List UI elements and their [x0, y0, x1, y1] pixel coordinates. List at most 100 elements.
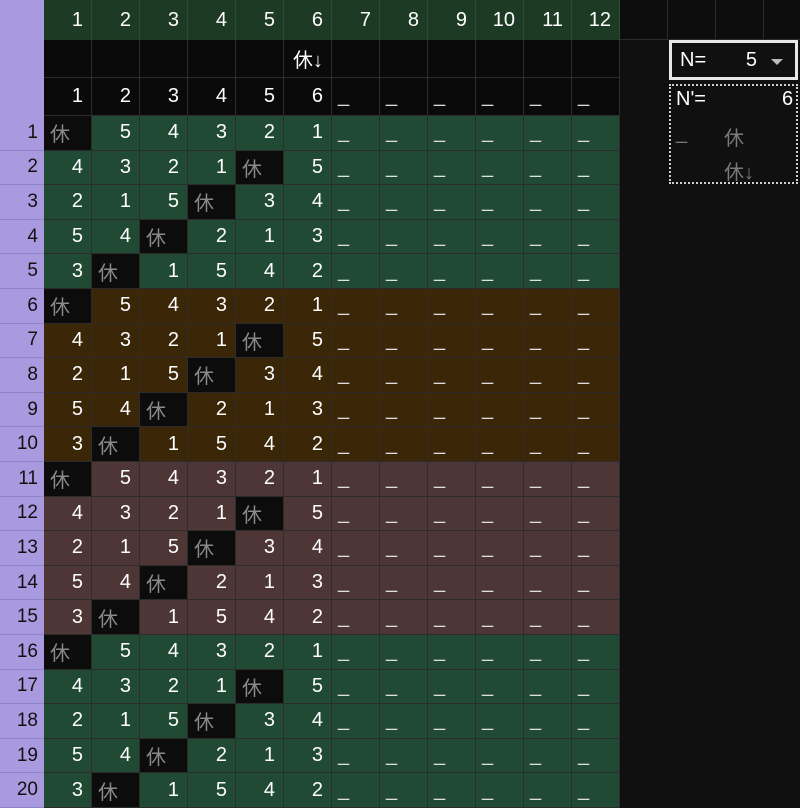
schedule-cell[interactable]: 1 — [92, 531, 140, 566]
schedule-cell[interactable]: _ — [524, 600, 572, 635]
schedule-cell[interactable]: 1 — [236, 565, 284, 601]
schedule-cell[interactable]: _ — [572, 116, 620, 151]
schedule-cell[interactable]: _ — [524, 496, 572, 532]
rest-cell[interactable]: 休 — [140, 565, 188, 601]
schedule-cell[interactable]: 2 — [284, 427, 332, 462]
schedule-cell[interactable]: 4 — [92, 565, 140, 601]
schedule-cell[interactable]: _ — [380, 565, 428, 601]
schedule-cell[interactable]: _ — [380, 254, 428, 289]
schedule-cell[interactable]: _ — [524, 289, 572, 324]
schedule-cell[interactable]: _ — [380, 669, 428, 705]
column-header-5[interactable]: 5 — [236, 0, 284, 40]
index-cell[interactable]: 1 — [44, 78, 92, 116]
schedule-cell[interactable]: 5 — [44, 392, 92, 428]
row-header-10[interactable]: 10 — [0, 427, 44, 462]
schedule-cell[interactable]: _ — [428, 635, 476, 670]
schedule-cell[interactable]: _ — [524, 704, 572, 739]
row-header-7[interactable]: 7 — [0, 323, 44, 359]
rest-cell[interactable]: 休 — [188, 531, 236, 566]
schedule-cell[interactable]: _ — [428, 704, 476, 739]
schedule-cell[interactable]: 3 — [44, 254, 92, 289]
schedule-cell[interactable]: 4 — [236, 773, 284, 808]
schedule-cell[interactable]: 2 — [236, 289, 284, 324]
schedule-cell[interactable]: 1 — [188, 669, 236, 705]
schedule-cell[interactable]: 5 — [284, 496, 332, 532]
schedule-cell[interactable]: 1 — [236, 219, 284, 255]
schedule-cell[interactable]: 1 — [284, 116, 332, 151]
rest-cell[interactable]: 休 — [140, 738, 188, 774]
schedule-cell[interactable]: _ — [476, 738, 524, 774]
schedule-cell[interactable]: 2 — [140, 150, 188, 186]
schedule-cell[interactable]: _ — [572, 565, 620, 601]
schedule-cell[interactable]: _ — [572, 773, 620, 808]
rest-cell[interactable]: 休 — [92, 427, 140, 462]
schedule-cell[interactable]: _ — [524, 669, 572, 705]
schedule-cell[interactable]: _ — [524, 531, 572, 566]
schedule-cell[interactable]: 4 — [284, 531, 332, 566]
schedule-cell[interactable]: 2 — [236, 635, 284, 670]
schedule-cell[interactable]: 3 — [284, 392, 332, 428]
marker-cell[interactable] — [188, 40, 236, 78]
schedule-cell[interactable]: 2 — [44, 704, 92, 739]
column-header-11[interactable]: 11 — [524, 0, 572, 40]
schedule-cell[interactable]: _ — [428, 219, 476, 255]
column-header-12[interactable]: 12 — [572, 0, 620, 40]
schedule-cell[interactable]: _ — [572, 531, 620, 566]
rest-cell[interactable]: 休 — [92, 600, 140, 635]
schedule-cell[interactable]: _ — [524, 635, 572, 670]
select-all-corner[interactable] — [0, 0, 44, 40]
schedule-cell[interactable]: _ — [572, 738, 620, 774]
index-cell[interactable]: _ — [524, 78, 572, 116]
rest-cell[interactable]: 休 — [140, 219, 188, 255]
schedule-cell[interactable]: 4 — [92, 392, 140, 428]
n-dropdown[interactable]: N= 5 — [669, 40, 798, 80]
row-header-19[interactable]: 19 — [0, 738, 44, 774]
schedule-cell[interactable]: 1 — [284, 462, 332, 497]
schedule-cell[interactable]: _ — [572, 496, 620, 532]
schedule-cell[interactable]: _ — [524, 773, 572, 808]
schedule-cell[interactable]: _ — [428, 392, 476, 428]
schedule-cell[interactable]: 5 — [44, 219, 92, 255]
schedule-cell[interactable]: _ — [428, 254, 476, 289]
marker-cell[interactable] — [140, 40, 188, 78]
row-header-4[interactable]: 4 — [0, 219, 44, 255]
schedule-cell[interactable]: _ — [428, 496, 476, 532]
schedule-cell[interactable]: _ — [428, 773, 476, 808]
schedule-cell[interactable]: _ — [572, 219, 620, 255]
schedule-cell[interactable]: 3 — [236, 358, 284, 393]
column-header-10[interactable]: 10 — [476, 0, 524, 40]
schedule-cell[interactable]: _ — [476, 392, 524, 428]
schedule-cell[interactable]: _ — [476, 531, 524, 566]
schedule-cell[interactable]: 4 — [140, 635, 188, 670]
schedule-cell[interactable]: _ — [332, 496, 380, 532]
schedule-cell[interactable]: _ — [572, 635, 620, 670]
column-header-6[interactable]: 6 — [284, 0, 332, 40]
row-header-2[interactable]: 2 — [0, 150, 44, 186]
index-cell[interactable]: 2 — [92, 78, 140, 116]
row-header-14[interactable]: 14 — [0, 565, 44, 601]
schedule-cell[interactable]: _ — [524, 116, 572, 151]
schedule-cell[interactable]: _ — [380, 289, 428, 324]
row-header-15[interactable]: 15 — [0, 600, 44, 635]
rest-cell[interactable]: 休 — [236, 323, 284, 359]
schedule-cell[interactable]: _ — [428, 600, 476, 635]
schedule-cell[interactable]: 1 — [188, 496, 236, 532]
marker-cell[interactable] — [380, 40, 428, 78]
schedule-cell[interactable]: 5 — [92, 289, 140, 324]
schedule-cell[interactable]: _ — [476, 600, 524, 635]
schedule-cell[interactable]: 2 — [44, 358, 92, 393]
schedule-cell[interactable]: _ — [476, 254, 524, 289]
empty-column-cell[interactable] — [716, 0, 764, 40]
schedule-cell[interactable]: _ — [332, 219, 380, 255]
schedule-cell[interactable]: _ — [332, 565, 380, 601]
schedule-cell[interactable]: 5 — [284, 669, 332, 705]
row-header-6[interactable]: 6 — [0, 289, 44, 324]
schedule-cell[interactable]: _ — [380, 323, 428, 359]
column-header-9[interactable]: 9 — [428, 0, 476, 40]
schedule-cell[interactable]: _ — [524, 254, 572, 289]
schedule-cell[interactable]: _ — [380, 531, 428, 566]
schedule-cell[interactable]: 5 — [188, 254, 236, 289]
schedule-cell[interactable]: 3 — [92, 496, 140, 532]
schedule-cell[interactable]: _ — [524, 323, 572, 359]
schedule-cell[interactable]: _ — [332, 773, 380, 808]
